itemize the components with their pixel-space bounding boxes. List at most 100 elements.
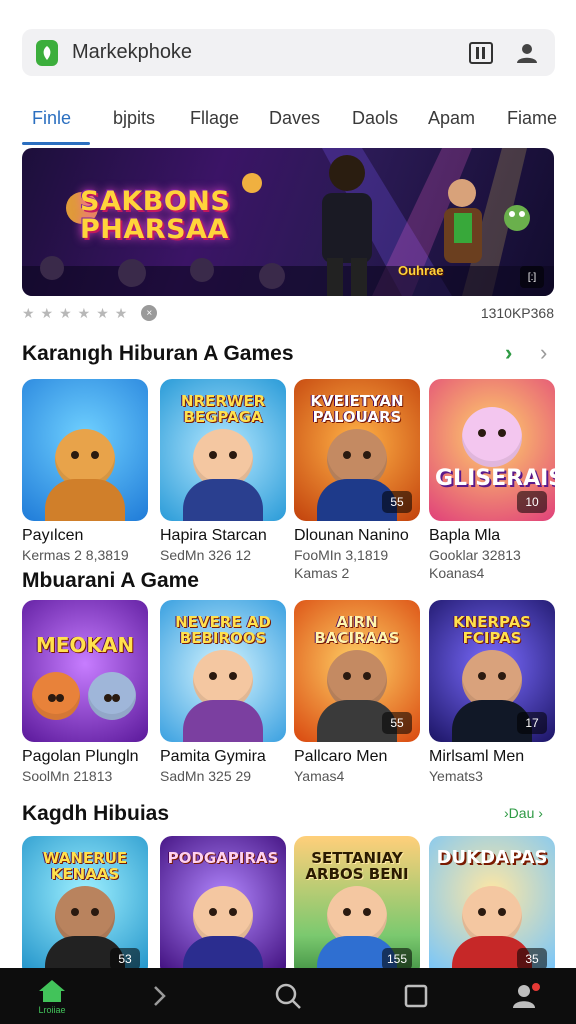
chevron-right-icon[interactable]: › bbox=[540, 340, 547, 366]
app-thumbnail: GLISERAIS 10 bbox=[429, 379, 555, 521]
app-thumbnail: AIRN BACIRAAS 55 bbox=[294, 600, 420, 742]
nav-home[interactable]: Lroiiae bbox=[28, 968, 76, 1024]
search-icon bbox=[275, 983, 301, 1009]
app-thumbnail: MEOKAN bbox=[22, 600, 148, 742]
character-body bbox=[183, 479, 263, 521]
bottom-navigation: Lroiiae bbox=[0, 968, 576, 1024]
app-thumbnail: DUKDAPAS 35 bbox=[429, 836, 555, 978]
app-title: Mirlsaml Men bbox=[429, 748, 525, 765]
banner-meta: ★★★★★★ × 1310KP368 bbox=[22, 302, 554, 324]
app-card[interactable]: AIRN BACIRAAS 55 Pallcaro Men Yamas4 bbox=[294, 600, 420, 784]
search-bar[interactable]: Markekphoke bbox=[22, 29, 555, 76]
library-icon[interactable] bbox=[467, 39, 495, 67]
nav-forward[interactable] bbox=[140, 968, 180, 1024]
app-meta-secondary: Kamas 2 bbox=[294, 565, 350, 581]
character-art bbox=[32, 672, 80, 720]
app-art-text: PODGAPIRAS bbox=[167, 849, 279, 867]
app-meta: SedMn 326 12 bbox=[160, 547, 252, 563]
app-title: Bapla Mla bbox=[429, 527, 501, 544]
app-title: Dlounan Nanino bbox=[294, 527, 409, 544]
see-more-label[interactable]: Dau bbox=[509, 805, 535, 821]
see-more-link[interactable]: ›Dau › bbox=[504, 805, 543, 821]
app-art-text: GLISERAIS bbox=[435, 466, 555, 491]
app-card[interactable]: NEVERE AD BEBIROOS Pamita Gymira SadMn 3… bbox=[160, 600, 286, 784]
tab-finle[interactable]: Finle bbox=[32, 108, 71, 129]
section-title-1: Karanıgh Hiburan A Games bbox=[22, 342, 294, 365]
home-icon bbox=[39, 979, 65, 1002]
app-thumbnail: SETTANIAY ARBOS BENI 155 bbox=[294, 836, 420, 978]
nav-apps[interactable] bbox=[396, 968, 436, 1024]
app-badge: 55 bbox=[382, 712, 412, 734]
app-card[interactable]: SETTANIAY ARBOS BENI 155 bbox=[294, 836, 420, 978]
featured-banner[interactable]: SAKBONS PHARSAA Ouhrae [:] bbox=[22, 148, 554, 296]
app-meta: SoolMn 21813 bbox=[22, 768, 113, 784]
tab-fiame[interactable]: Fiame bbox=[507, 108, 557, 129]
character-art bbox=[88, 672, 136, 720]
store-logo-icon bbox=[36, 39, 58, 66]
app-meta: Kermas 2 8,3819 bbox=[22, 547, 129, 563]
app-art-text: MEOKAN bbox=[35, 633, 135, 657]
tab-fllage[interactable]: Fllage bbox=[190, 108, 239, 129]
app-card[interactable]: DUKDAPAS 35 bbox=[429, 836, 555, 978]
app-card[interactable]: WANERUE KENAAS 53 bbox=[22, 836, 148, 978]
app-title: Pagolan Plungln bbox=[22, 748, 139, 765]
app-card[interactable]: GLISERAIS 10 Bapla Mla Gooklar 32813 Koa… bbox=[429, 379, 555, 581]
app-meta: FooMIn 3,1819 bbox=[294, 547, 389, 563]
app-thumbnail: NRERWER BEGPAGA bbox=[160, 379, 286, 521]
character-body bbox=[183, 700, 263, 742]
app-card[interactable]: KVEIETYAN PALOUARS 55 Dlounan Nanino Foo… bbox=[294, 379, 420, 581]
character-art bbox=[462, 407, 522, 467]
app-thumbnail: KNERPAS FCIPAS 17 bbox=[429, 600, 555, 742]
active-tab-indicator bbox=[22, 142, 90, 145]
banner-subtitle: Ouhrae bbox=[398, 263, 444, 278]
app-badge: 35 bbox=[517, 948, 547, 970]
section-title-2: Mbuarani A Game bbox=[22, 569, 199, 592]
app-art-text: DUKDAPAS bbox=[436, 847, 548, 868]
profile-icon bbox=[513, 983, 540, 1008]
app-thumbnail: PODGAPIRAS bbox=[160, 836, 286, 978]
app-thumbnail: NEVERE AD BEBIROOS bbox=[160, 600, 286, 742]
chevron-right-icon bbox=[154, 986, 166, 1006]
app-title: Pallcaro Men bbox=[294, 748, 388, 765]
character-body bbox=[45, 479, 125, 521]
account-icon[interactable] bbox=[513, 39, 541, 67]
app-title: Pamita Gymira bbox=[160, 748, 266, 765]
app-badge: 53 bbox=[110, 948, 140, 970]
star-rating: ★★★★★★ bbox=[22, 304, 134, 321]
tab-apam[interactable]: Apam bbox=[428, 108, 475, 129]
category-tabs: Finle bjpits Fllage Daves Daols Apam Fia… bbox=[0, 100, 576, 148]
app-badge: 155 bbox=[382, 948, 412, 970]
app-card[interactable]: MEOKAN Pagolan Plungln SoolMn 21813 bbox=[22, 600, 148, 784]
app-art-text: WANERUE KENAAS bbox=[42, 849, 128, 883]
tab-daols[interactable]: Daols bbox=[352, 108, 398, 129]
app-meta: Gooklar 32813 bbox=[429, 547, 521, 563]
tab-bjpits[interactable]: bjpits bbox=[113, 108, 155, 129]
fullscreen-icon[interactable]: [:] bbox=[520, 266, 544, 288]
chevron-right-icon[interactable]: › bbox=[505, 340, 512, 366]
banner-title: SAKBONS PHARSAA bbox=[80, 188, 230, 244]
nav-profile[interactable] bbox=[506, 968, 546, 1024]
banner-title-line2: PHARSAA bbox=[80, 214, 229, 245]
search-input[interactable]: Markekphoke bbox=[72, 41, 449, 64]
info-icon[interactable]: × bbox=[141, 305, 158, 321]
app-thumbnail: WANERUE KENAAS 53 bbox=[22, 836, 148, 978]
app-art-text: NRERWER BEGPAGA bbox=[180, 392, 266, 426]
app-thumbnail bbox=[22, 379, 148, 521]
app-card[interactable]: NRERWER BEGPAGA Hapira Starcan SedMn 326… bbox=[160, 379, 286, 563]
app-meta-secondary: Koanas4 bbox=[429, 565, 485, 581]
banner-title-line1: SAKBONS bbox=[80, 186, 231, 217]
app-card[interactable]: PODGAPIRAS bbox=[160, 836, 286, 978]
app-art-text: NEVERE AD BEBIROOS bbox=[175, 613, 271, 647]
section-title-3: Kagdh Hibuias bbox=[22, 802, 170, 825]
nav-search[interactable] bbox=[268, 968, 308, 1024]
app-title: Payılcen bbox=[22, 527, 84, 544]
app-art-text: AIRN BACIRAAS bbox=[314, 613, 400, 647]
tab-daves[interactable]: Daves bbox=[269, 108, 320, 129]
app-card[interactable]: KNERPAS FCIPAS 17 Mirlsaml Men Yemats3 bbox=[429, 600, 555, 784]
app-card[interactable]: Payılcen Kermas 2 8,3819 bbox=[22, 379, 148, 563]
app-badge: 55 bbox=[382, 491, 412, 513]
app-meta: Yemats3 bbox=[429, 768, 483, 784]
app-badge: 10 bbox=[517, 491, 547, 513]
app-art-text: KNERPAS FCIPAS bbox=[452, 613, 531, 647]
app-art-text: SETTANIAY ARBOS BENI bbox=[305, 849, 409, 883]
